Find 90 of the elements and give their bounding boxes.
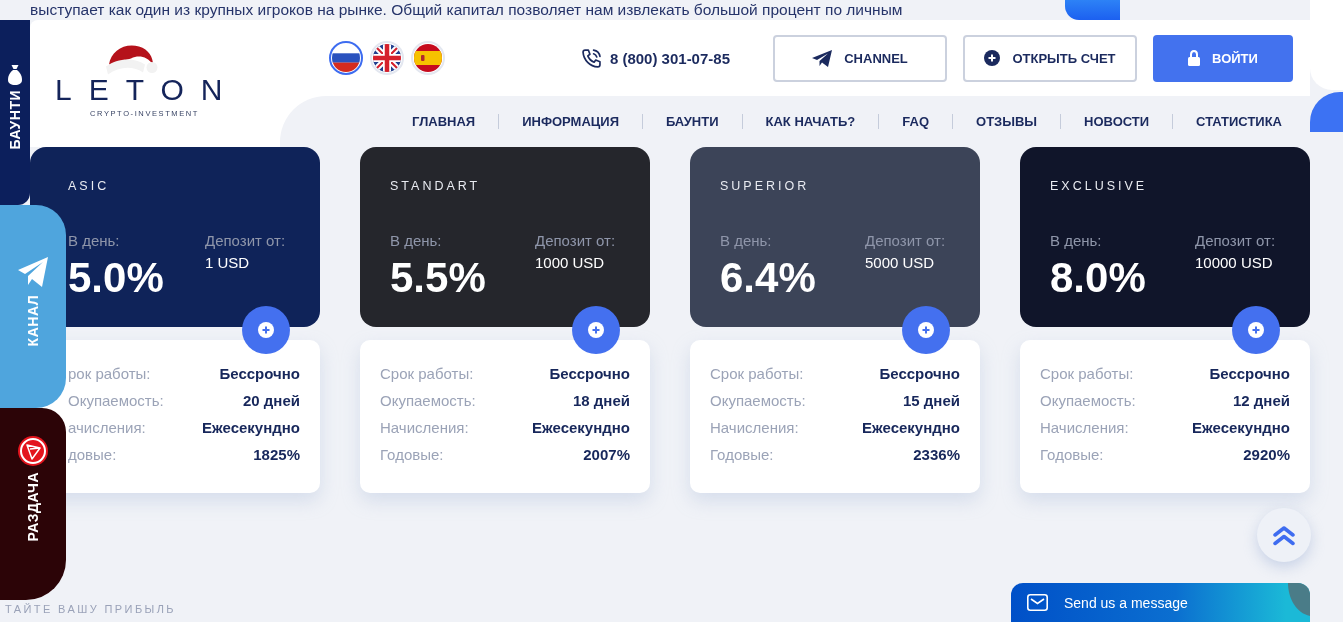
plus-circle-icon	[984, 50, 1001, 66]
nav-link[interactable]: ГЛАВНАЯ	[412, 114, 476, 129]
detail-value: 2920%	[1243, 446, 1290, 463]
header-button[interactable]: CHANNEL	[773, 34, 947, 82]
wave-shape	[1310, 92, 1343, 132]
logo-wordmark: LETON	[55, 76, 240, 104]
nav-link[interactable]: БАУНТИ	[666, 114, 719, 129]
min-deposit: 5000 USD	[865, 254, 935, 271]
min-deposit: 10000 USD	[1195, 254, 1273, 271]
paper-plane-icon	[812, 49, 833, 67]
triangle-coin-icon	[18, 436, 48, 466]
detail-label: Годовые:	[710, 446, 774, 463]
detail-value: 15 дней	[903, 392, 960, 409]
plus-circle-icon	[918, 322, 934, 338]
nav-link[interactable]: СТАТИСТИКА	[1196, 114, 1282, 129]
spanish-flag-icon	[414, 44, 442, 72]
lock-icon	[1188, 50, 1201, 66]
deposit-label: Депозит от:	[865, 232, 946, 249]
daily-rate: 6.4%	[720, 257, 816, 299]
phone-number: 8 (800) 301-07-85	[609, 49, 730, 67]
daily-rate: 8.0%	[1050, 257, 1146, 299]
section-heading: ТАЙТЕ ВАШУ ПРИБЫЛЬ	[5, 603, 176, 616]
detail-value: 20 дней	[243, 392, 300, 409]
detail-value: Ежесекундно	[862, 419, 960, 436]
detail-label: Срок работы:	[380, 365, 474, 382]
detail-value: 2336%	[913, 446, 960, 463]
plan-name: STANDART	[390, 179, 481, 193]
detail-value: Бессрочно	[549, 365, 630, 382]
british-flag-icon	[373, 44, 401, 72]
rate-label: В день:	[68, 232, 120, 249]
detail-label: ачисления:	[68, 419, 146, 436]
detail-value: Ежесекундно	[202, 419, 300, 436]
detail-label: довые:	[68, 446, 117, 463]
header-button[interactable]: ВОЙТИ	[1153, 34, 1293, 82]
phone-icon	[581, 48, 601, 68]
deposit-label: Депозит от:	[535, 232, 616, 249]
detail-value: Ежесекундно	[532, 419, 630, 436]
detail-label: Срок работы:	[710, 365, 804, 382]
plan-name: SUPERIOR	[720, 179, 810, 193]
plus-circle-icon	[588, 322, 604, 338]
deposit-label: Депозит от:	[1195, 232, 1276, 249]
detail-value: Бессрочно	[219, 365, 300, 382]
nav-link[interactable]: ИНФОРМАЦИЯ	[522, 114, 619, 129]
chat-label: Send us a message	[1064, 594, 1188, 611]
detail-label: Начисления:	[1040, 419, 1129, 436]
plan-name: EXCLUSIVE	[1050, 179, 1148, 193]
detail-value: Бессрочно	[1209, 365, 1290, 382]
double-chevron-up-icon	[1273, 524, 1295, 546]
wave-shape	[1065, 0, 1120, 20]
detail-label: Срок работы:	[1040, 365, 1134, 382]
detail-label: Окупаемость:	[1040, 392, 1136, 409]
detail-value: 18 дней	[573, 392, 630, 409]
detail-label: Окупаемость:	[380, 392, 476, 409]
rate-label: В день:	[390, 232, 442, 249]
daily-rate: 5.0%	[68, 257, 164, 299]
nav-link[interactable]: КАК НАЧАТЬ?	[765, 114, 856, 129]
deposit-label: Депозит от:	[205, 232, 286, 249]
daily-rate: 5.5%	[390, 257, 486, 299]
detail-label: рок работы:	[68, 365, 151, 382]
detail-label: Окупаемость:	[710, 392, 806, 409]
rate-label: В день:	[720, 232, 772, 249]
money-bag-icon	[8, 65, 22, 85]
nav-link[interactable]: НОВОСТИ	[1084, 114, 1150, 129]
detail-value: 2007%	[583, 446, 630, 463]
min-deposit: 1 USD	[205, 254, 250, 271]
detail-value: Бессрочно	[879, 365, 960, 382]
chat-widget[interactable]: Send us a message	[1011, 583, 1310, 622]
plus-circle-icon	[258, 322, 274, 338]
scroll-top-button[interactable]	[1257, 508, 1311, 562]
paper-plane-icon	[18, 257, 48, 287]
detail-label: Годовые:	[380, 446, 444, 463]
detail-label: Начисления:	[380, 419, 469, 436]
plan-name: ASIC	[68, 179, 110, 193]
detail-label: Годовые:	[1040, 446, 1104, 463]
min-deposit: 1000 USD	[535, 254, 605, 271]
detail-label: Окупаемость:	[68, 392, 164, 409]
rate-label: В день:	[1050, 232, 1102, 249]
header-button[interactable]: ОТКРЫТЬ СЧЕТ	[963, 34, 1137, 82]
detail-label: Начисления:	[710, 419, 799, 436]
nav-link[interactable]: ОТЗЫВЫ	[976, 114, 1038, 129]
detail-value: 1825%	[253, 446, 300, 463]
side-tab[interactable]: РАЗДАЧА	[0, 408, 66, 600]
plus-circle-icon	[1248, 322, 1264, 338]
side-tab[interactable]: БАУНТИ	[0, 20, 30, 205]
language-button[interactable]	[329, 41, 363, 75]
intro-paragraph: выступает как один из крупных игроков на рынке. Общий капитал позволяет нам извлекать большой процент по личным	[30, 0, 903, 20]
detail-value: 12 дней	[1233, 392, 1290, 409]
detail-value: Ежесекундно	[1192, 419, 1290, 436]
nav-link[interactable]: FAQ	[902, 114, 930, 129]
envelope-icon	[1027, 594, 1048, 611]
